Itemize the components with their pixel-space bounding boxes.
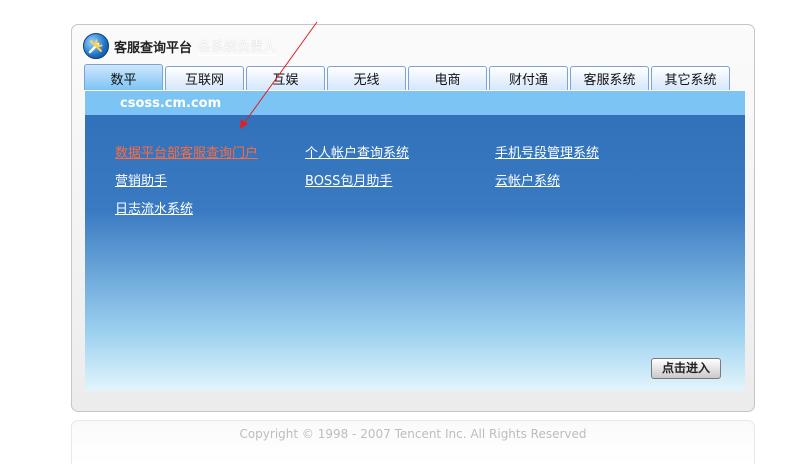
link-phone-segment[interactable]: 手机号段管理系统	[495, 142, 599, 161]
tab-shuping[interactable]: 数平	[84, 64, 163, 90]
tab-service-system[interactable]: 客服系统	[570, 66, 649, 90]
link-log-flow[interactable]: 日志流水系统	[115, 198, 193, 217]
link-data-platform-portal[interactable]: 数据平台部客服查询门户	[115, 142, 258, 161]
tab-internet[interactable]: 互联网	[165, 66, 244, 90]
domain-bar: csoss.cm.com	[85, 91, 745, 115]
tab-tenpay[interactable]: 财付通	[489, 66, 568, 90]
link-marketing-assistant[interactable]: 营销助手	[115, 170, 167, 189]
copyright-text: Copyright © 1998 - 2007 Tencent Inc. All…	[239, 427, 587, 441]
tab-wireless[interactable]: 无线	[327, 66, 406, 90]
link-boss-monthly[interactable]: BOSS包月助手	[305, 170, 392, 189]
tools-logo-icon	[83, 33, 109, 59]
tab-content: csoss.cm.com 数据平台部客服查询门户 个人帐户查询系统 手机号段管理…	[85, 91, 745, 391]
tab-bar: 数平 互联网 互娱 无线 电商 财付通 客服系统 其它系统	[84, 64, 732, 90]
link-personal-account[interactable]: 个人帐户查询系统	[305, 142, 409, 161]
page-title: 客服查询平台	[114, 40, 193, 56]
link-cloud-account[interactable]: 云帐户系统	[495, 170, 560, 189]
footer: Copyright © 1998 - 2007 Tencent Inc. All…	[71, 420, 755, 464]
tab-entertainment[interactable]: 互娱	[246, 66, 325, 90]
subtitle-link[interactable]: 各系统负责人	[198, 36, 277, 56]
tab-ecommerce[interactable]: 电商	[408, 66, 487, 90]
tab-other-systems[interactable]: 其它系统	[651, 66, 730, 90]
header: 客服查询平台 各系统负责人	[83, 33, 277, 59]
enter-button[interactable]: 点击进入	[651, 358, 721, 379]
